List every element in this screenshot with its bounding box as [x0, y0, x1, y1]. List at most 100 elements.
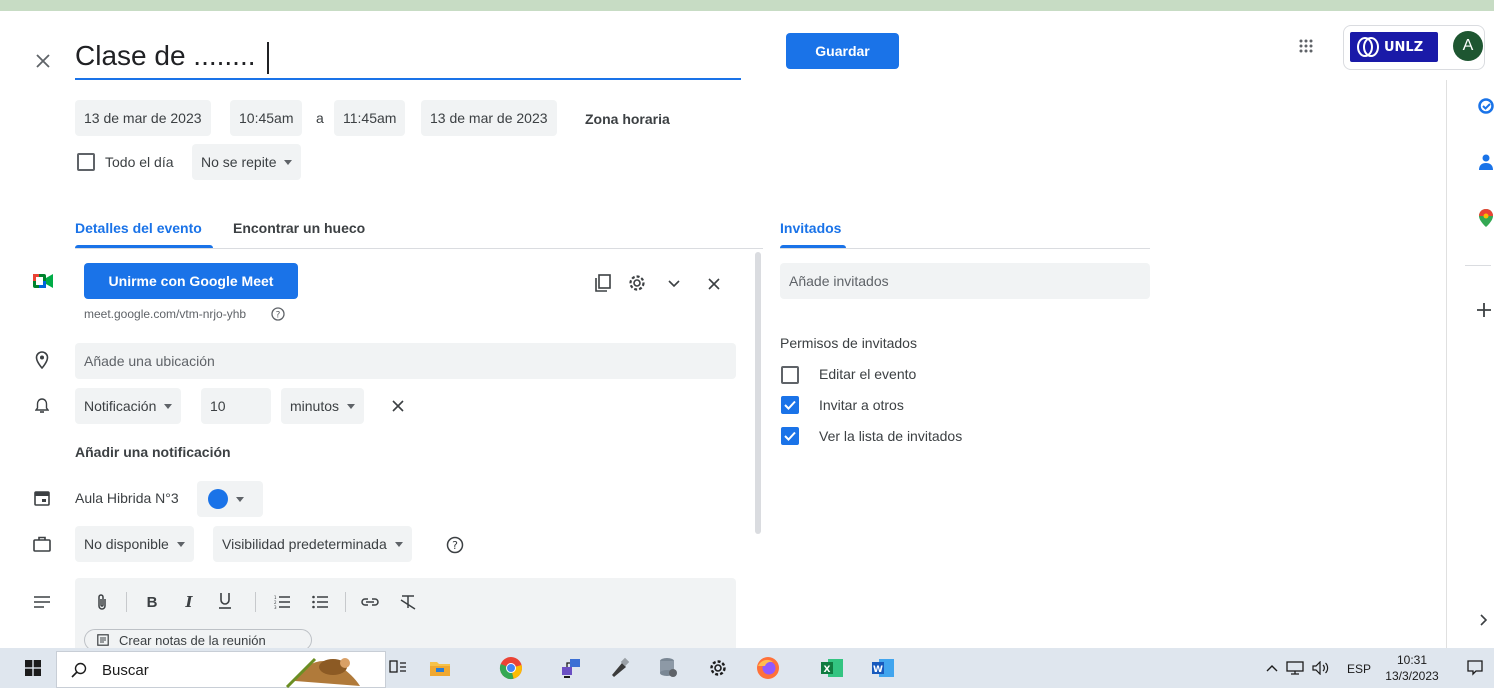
link-icon[interactable] — [359, 592, 381, 612]
calendar-name: Aula Hibrida N°3 — [75, 490, 179, 506]
attachment-icon[interactable] — [94, 592, 110, 612]
apps-grid-icon[interactable] — [1294, 34, 1318, 58]
meet-link[interactable]: meet.google.com/vtm-nrjo-yhb — [84, 307, 246, 321]
notification-type-value: Notificación — [84, 398, 157, 414]
bold-icon[interactable]: B — [143, 592, 161, 612]
expand-panel-icon[interactable] — [1474, 610, 1494, 630]
edit-event-checkbox[interactable] — [781, 366, 799, 384]
notification-unit-value: minutos — [290, 398, 340, 414]
notification-amount-input[interactable]: 10 — [201, 388, 271, 424]
availability-value: No disponible — [84, 536, 169, 552]
calendar-color-swatch — [208, 489, 228, 509]
svg-text:?: ? — [452, 539, 458, 552]
tab-find-time[interactable]: Encontrar un hueco — [233, 220, 365, 236]
network-icon[interactable] — [1284, 653, 1306, 683]
firefox-icon[interactable] — [753, 653, 783, 683]
avatar[interactable]: A — [1453, 31, 1483, 61]
all-day-checkbox[interactable] — [77, 153, 95, 171]
numbered-list-icon[interactable]: 123 — [272, 592, 292, 612]
add-notification-button[interactable]: Añadir una notificación — [75, 444, 231, 460]
invite-others-checkbox[interactable] — [781, 396, 799, 414]
bell-icon — [32, 396, 52, 416]
italic-icon[interactable]: I — [180, 592, 198, 612]
svg-text:?: ? — [276, 311, 281, 321]
chevron-down-icon — [164, 403, 173, 409]
svg-text:W: W — [873, 665, 883, 675]
add-addon-icon[interactable] — [1474, 300, 1494, 320]
notification-unit-dropdown[interactable]: minutos — [281, 388, 365, 424]
tab-guests[interactable]: Invitados — [780, 220, 841, 236]
calendar-color-dropdown[interactable] — [197, 481, 263, 517]
notifications-icon[interactable] — [1460, 653, 1490, 683]
location-pin-icon — [32, 350, 52, 370]
chevron-down-icon — [236, 496, 244, 502]
checkmark-icon — [784, 431, 796, 441]
taskbar-search-box[interactable]: Buscar — [56, 651, 386, 688]
chevron-down-icon — [394, 541, 403, 547]
visibility-value: Visibilidad predeterminada — [222, 536, 387, 552]
window-top-strip — [0, 0, 1494, 11]
tasks-icon[interactable] — [1476, 96, 1494, 116]
toolbar-separator — [126, 592, 127, 612]
location-input[interactable]: Añade una ubicación — [75, 343, 736, 379]
remove-notification-icon[interactable] — [388, 396, 408, 416]
gear-icon[interactable] — [626, 272, 648, 294]
to-label: a — [316, 110, 324, 126]
chevron-down-icon — [347, 403, 356, 409]
database-app-icon[interactable] — [653, 653, 683, 683]
chevron-down-icon[interactable] — [664, 274, 684, 294]
join-meet-button[interactable]: Unirme con Google Meet — [84, 263, 298, 299]
help-icon[interactable]: ? — [445, 535, 465, 555]
close-icon[interactable] — [30, 48, 56, 74]
clear-formatting-icon[interactable] — [398, 592, 420, 612]
google-meet-icon — [32, 272, 54, 290]
org-logo-mark-icon — [1357, 37, 1379, 57]
excel-icon[interactable]: X — [817, 653, 847, 683]
timezone-button[interactable]: Zona horaria — [585, 111, 670, 127]
save-button[interactable]: Guardar — [786, 33, 899, 69]
maps-icon[interactable] — [1476, 208, 1494, 228]
settings-gear-icon[interactable] — [703, 653, 733, 683]
start-time-chip[interactable]: 10:45am — [230, 100, 303, 136]
show-hidden-icons-icon[interactable] — [1262, 653, 1282, 683]
event-title-input[interactable]: Clase de ........ — [75, 36, 741, 80]
start-date-chip[interactable]: 13 de mar de 2023 — [75, 100, 211, 136]
file-explorer-icon[interactable] — [425, 653, 455, 683]
chevron-down-icon — [284, 159, 293, 165]
search-icon — [71, 662, 87, 678]
word-icon[interactable]: W — [868, 653, 898, 683]
chrome-icon[interactable] — [496, 653, 526, 683]
end-time-chip[interactable]: 11:45am — [334, 100, 406, 136]
windows-start-icon[interactable] — [18, 653, 48, 683]
side-panel-divider — [1446, 80, 1447, 648]
see-guest-list-checkbox[interactable] — [781, 427, 799, 445]
remove-meet-icon[interactable] — [704, 274, 724, 294]
calendar-icon — [32, 488, 52, 508]
notification-type-dropdown[interactable]: Notificación — [75, 388, 182, 424]
task-view-icon[interactable] — [383, 653, 413, 683]
org-logo: UNLZ — [1350, 32, 1438, 62]
help-icon[interactable]: ? — [270, 306, 286, 322]
repeat-dropdown[interactable]: No se repite — [192, 144, 302, 180]
visibility-dropdown[interactable]: Visibilidad predeterminada — [213, 526, 412, 562]
svg-text:3: 3 — [274, 605, 277, 609]
clock-date: 13/3/2023 — [1385, 669, 1439, 683]
volume-icon[interactable] — [1310, 653, 1332, 683]
permission-label: Editar el evento — [819, 366, 917, 382]
details-scrollbar[interactable] — [755, 252, 761, 534]
side-panel-separator — [1465, 265, 1491, 266]
contacts-icon[interactable] — [1476, 152, 1494, 172]
notes-label: Crear notas de la reunión — [119, 632, 266, 648]
end-date-chip[interactable]: 13 de mar de 2023 — [421, 100, 557, 136]
add-guests-input[interactable]: Añade invitados — [780, 263, 1150, 299]
availability-dropdown[interactable]: No disponible — [75, 526, 194, 562]
svg-text:X: X — [824, 665, 831, 675]
tab-event-details[interactable]: Detalles del evento — [75, 220, 202, 236]
bulleted-list-icon[interactable] — [310, 592, 330, 612]
underline-icon[interactable] — [216, 590, 234, 612]
taskbar-clock[interactable]: 10:31 13/3/2023 — [1384, 652, 1440, 684]
language-indicator[interactable]: ESP — [1347, 662, 1371, 676]
network-app-icon[interactable] — [556, 653, 586, 683]
usb-drive-icon[interactable] — [604, 653, 634, 683]
copy-icon[interactable] — [593, 272, 613, 294]
